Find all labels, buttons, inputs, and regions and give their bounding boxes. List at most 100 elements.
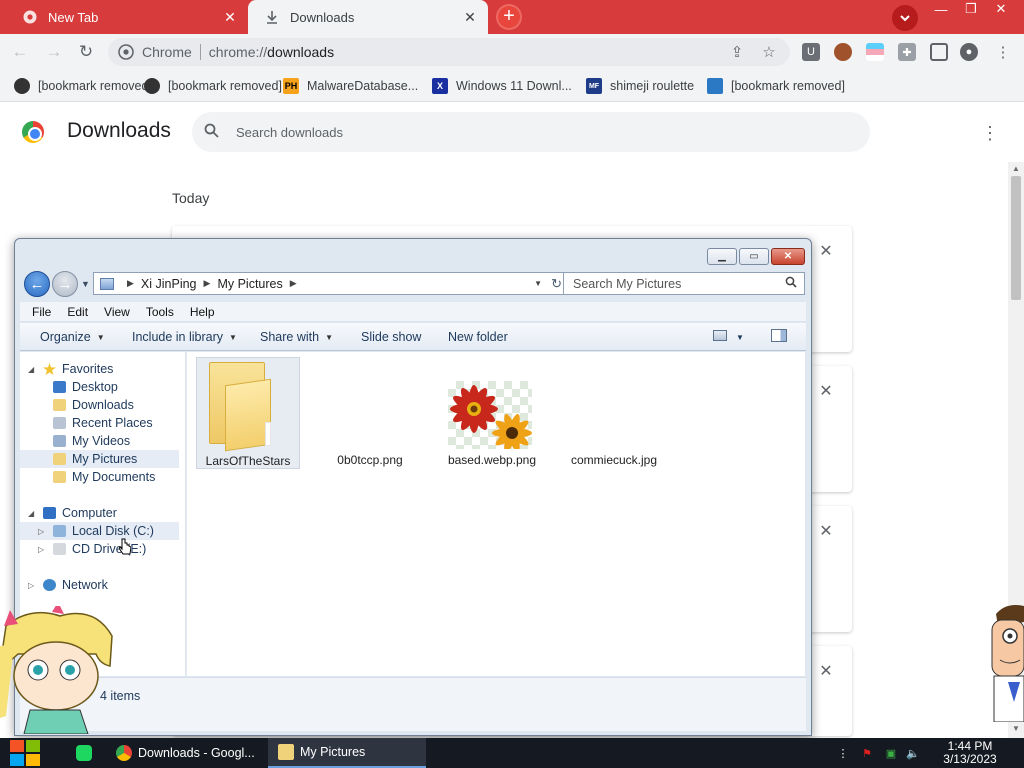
back-arrow-icon[interactable]: ← bbox=[24, 271, 50, 297]
remove-download-icon[interactable]: ✕ bbox=[817, 242, 835, 260]
slide-show-button[interactable]: Slide show bbox=[361, 330, 421, 344]
recent-places-icon bbox=[53, 417, 66, 429]
back-arrow-icon[interactable]: ← bbox=[10, 42, 30, 62]
close-tab-icon[interactable]: ✕ bbox=[222, 9, 238, 25]
bookmark-item[interactable]: X Windows 11 Downl... bbox=[432, 77, 572, 95]
bookmark-item[interactable]: [bookmark removed] bbox=[707, 77, 845, 95]
search-input[interactable] bbox=[573, 276, 773, 291]
extensions-puzzle-icon[interactable]: ✚ bbox=[898, 43, 916, 61]
nav-item-desktop[interactable]: Desktop bbox=[20, 378, 179, 396]
minimize-window-button[interactable]: ▁ bbox=[707, 248, 737, 265]
downloads-search-box[interactable] bbox=[192, 112, 870, 152]
expand-chevron-icon[interactable]: ◢ bbox=[28, 365, 34, 374]
menu-tools[interactable]: Tools bbox=[146, 305, 174, 319]
bookmark-item[interactable]: [bookmark removed] bbox=[14, 77, 152, 95]
folder-item[interactable]: LarsOfTheStars bbox=[196, 357, 300, 469]
expand-chevron-icon[interactable]: ▷ bbox=[38, 527, 44, 536]
search-input[interactable] bbox=[236, 124, 836, 140]
site-info-chip[interactable]: Chrome bbox=[118, 44, 192, 60]
bookmark-item[interactable]: PH MalwareDatabase... bbox=[283, 77, 418, 95]
close-window-button[interactable]: ✕ bbox=[984, 0, 1018, 18]
forward-arrow-icon[interactable]: → bbox=[52, 271, 78, 297]
bookmark-star-icon[interactable]: ☆ bbox=[760, 43, 778, 61]
taskbar-explorer-button[interactable]: My Pictures bbox=[268, 738, 426, 768]
scroll-down-arrow-icon[interactable]: ▼ bbox=[1012, 724, 1020, 733]
profile-avatar-icon[interactable]: ● bbox=[960, 43, 978, 61]
start-button[interactable] bbox=[10, 739, 42, 767]
menu-view[interactable]: View bbox=[104, 305, 130, 319]
ublock-extension-icon[interactable]: U bbox=[802, 43, 820, 61]
show-hidden-icons-icon[interactable]: ⋮ bbox=[836, 746, 850, 760]
flag-extension-icon[interactable] bbox=[866, 43, 884, 61]
bookmark-item[interactable]: MF shimeji roulette bbox=[586, 77, 694, 95]
breadcrumb-item[interactable]: My Pictures bbox=[217, 277, 282, 291]
nav-item-local-disk[interactable]: ▷ Local Disk (C:) bbox=[20, 522, 179, 540]
close-tab-icon[interactable]: ✕ bbox=[462, 9, 478, 25]
refresh-icon[interactable]: ↻ bbox=[551, 276, 562, 292]
nav-label: CD Drive (E:) bbox=[72, 542, 147, 556]
address-bar[interactable]: Chrome chrome:// downloads ⇪ ☆ bbox=[108, 38, 790, 66]
forward-arrow-icon[interactable]: → bbox=[44, 42, 64, 62]
nav-item-recent-places[interactable]: Recent Places bbox=[20, 414, 179, 432]
nav-item-downloads[interactable]: Downloads bbox=[20, 396, 179, 414]
remove-download-icon[interactable]: ✕ bbox=[817, 522, 835, 540]
taskbar-app-button[interactable] bbox=[66, 738, 100, 768]
system-clock[interactable]: 1:44 PM 3/13/2023 bbox=[937, 740, 1003, 766]
network-status-icon[interactable]: ▣ bbox=[884, 746, 898, 760]
chevron-right-icon[interactable]: ▶ bbox=[127, 278, 134, 289]
new-folder-button[interactable]: New folder bbox=[448, 330, 508, 344]
remove-download-icon[interactable]: ✕ bbox=[817, 662, 835, 680]
nav-item-my-documents[interactable]: My Documents bbox=[20, 468, 179, 486]
restore-window-button[interactable]: ❐ bbox=[954, 0, 988, 18]
scroll-up-arrow-icon[interactable]: ▲ bbox=[1012, 164, 1020, 173]
scrollbar-thumb[interactable] bbox=[1011, 176, 1021, 300]
nav-item-my-videos[interactable]: My Videos bbox=[20, 432, 179, 450]
minimize-window-button[interactable]: — bbox=[924, 0, 958, 18]
volume-icon[interactable]: 🔈 bbox=[906, 746, 920, 760]
tab-search-chevron-icon[interactable] bbox=[892, 5, 918, 31]
file-item[interactable]: commiecuck.jpg bbox=[562, 357, 666, 469]
expand-chevron-icon[interactable]: ▷ bbox=[28, 581, 34, 590]
nav-item-cd-drive[interactable]: ▷ CD Drive (E:) bbox=[20, 540, 179, 558]
nav-computer[interactable]: ◢ Computer bbox=[20, 504, 179, 522]
explorer-search-box[interactable] bbox=[563, 272, 805, 295]
reload-icon[interactable]: ↻ bbox=[76, 42, 96, 62]
maximize-window-button[interactable]: ▭ bbox=[739, 248, 769, 265]
recent-pages-chevron-icon[interactable]: ▼ bbox=[81, 279, 90, 289]
change-view-icon[interactable] bbox=[713, 330, 727, 341]
preview-pane-icon[interactable] bbox=[771, 329, 787, 342]
tab-downloads[interactable]: Downloads ✕ bbox=[248, 0, 488, 34]
remove-download-icon[interactable]: ✕ bbox=[817, 382, 835, 400]
nav-item-my-pictures[interactable]: My Pictures bbox=[20, 450, 179, 468]
menu-edit[interactable]: Edit bbox=[67, 305, 88, 319]
file-item[interactable]: based.webp.png bbox=[440, 357, 544, 469]
menu-help[interactable]: Help bbox=[190, 305, 215, 319]
close-window-button[interactable]: ✕ bbox=[771, 248, 805, 265]
share-with-button[interactable]: Share with ▼ bbox=[260, 330, 333, 344]
breadcrumb-item[interactable]: Xi JinPing bbox=[141, 277, 197, 291]
nav-label: Local Disk (C:) bbox=[72, 524, 154, 538]
tab-new-tab[interactable]: New Tab ✕ bbox=[6, 0, 248, 34]
file-item[interactable]: 0b0tccp.png bbox=[318, 357, 422, 469]
bookmark-item[interactable]: [bookmark removed] bbox=[144, 77, 282, 95]
taskbar-chrome-button[interactable]: Downloads - Googl... bbox=[106, 738, 264, 768]
explorer-address-bar[interactable]: ▶ Xi JinPing ▶ My Pictures ▶ ▼ ↻ bbox=[93, 272, 569, 295]
address-dropdown-icon[interactable]: ▼ bbox=[534, 279, 542, 288]
nav-network[interactable]: ▷ Network bbox=[20, 576, 179, 594]
expand-chevron-icon[interactable]: ◢ bbox=[28, 509, 34, 518]
chevron-right-icon[interactable]: ▶ bbox=[204, 278, 211, 289]
include-in-library-button[interactable]: Include in library ▼ bbox=[132, 330, 237, 344]
expand-chevron-icon[interactable]: ▷ bbox=[38, 545, 44, 554]
menu-file[interactable]: File bbox=[32, 305, 51, 319]
kebab-menu-icon[interactable]: ⋮ bbox=[980, 122, 1000, 144]
side-panel-icon[interactable] bbox=[930, 43, 948, 61]
avatar-extension-icon[interactable] bbox=[834, 43, 852, 61]
new-tab-button[interactable]: + bbox=[496, 4, 522, 30]
nav-favorites[interactable]: ◢ Favorites bbox=[20, 360, 179, 378]
view-options-dropdown-icon[interactable]: ▼ bbox=[736, 333, 744, 342]
chevron-right-icon[interactable]: ▶ bbox=[290, 278, 297, 289]
action-center-flag-icon[interactable]: ⚑ bbox=[860, 746, 874, 760]
share-icon[interactable]: ⇪ bbox=[728, 43, 746, 61]
organize-button[interactable]: Organize ▼ bbox=[40, 330, 105, 344]
kebab-menu-icon[interactable]: ⋮ bbox=[994, 43, 1012, 61]
